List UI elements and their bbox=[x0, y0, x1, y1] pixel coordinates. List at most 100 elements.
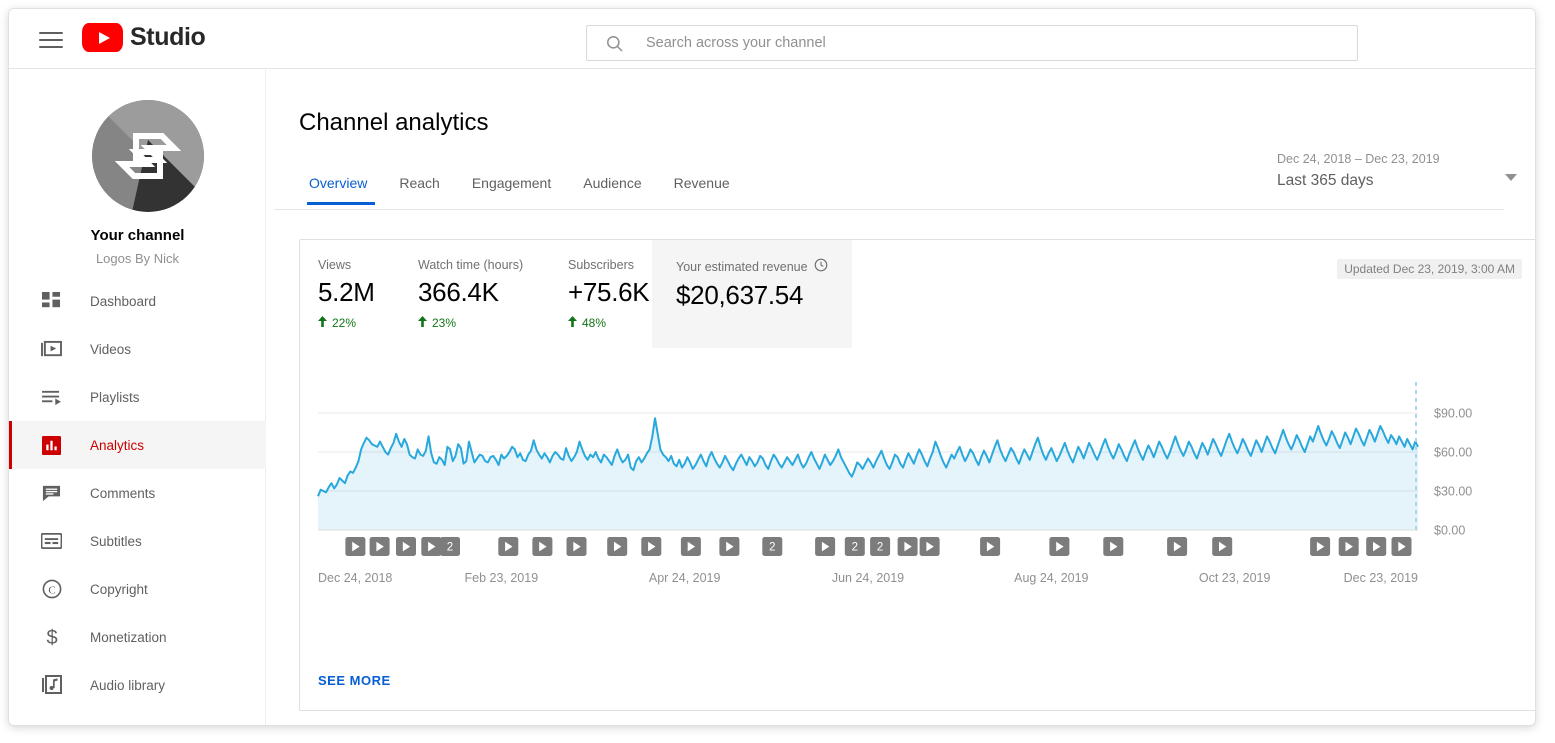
search-placeholder: Search across your channel bbox=[646, 35, 826, 51]
tab-reach[interactable]: Reach bbox=[383, 169, 455, 205]
sidebar-item-label: Monetization bbox=[90, 630, 167, 645]
svg-text:$: $ bbox=[46, 627, 57, 648]
sidebar-item-label: Comments bbox=[90, 486, 155, 501]
x-axis-tick-label: Dec 23, 2019 bbox=[1344, 571, 1418, 585]
tab-label: Revenue bbox=[674, 175, 730, 191]
metric-delta-value: 23% bbox=[432, 316, 456, 330]
video-marker-icon[interactable]: 2 bbox=[762, 537, 782, 556]
sidebar-item-videos[interactable]: Videos bbox=[9, 325, 266, 373]
chevron-down-icon[interactable] bbox=[1505, 174, 1517, 181]
metric-value: $20,637.54 bbox=[676, 280, 852, 311]
tab-label: Reach bbox=[399, 175, 439, 191]
video-marker-icon[interactable] bbox=[681, 537, 701, 556]
date-range-text: Dec 24, 2018 – Dec 23, 2019 bbox=[1277, 152, 1517, 166]
video-marker-icon[interactable] bbox=[345, 537, 365, 556]
video-marker-icon[interactable]: 2 bbox=[440, 537, 460, 556]
video-marker-icon[interactable]: 2 bbox=[845, 537, 865, 556]
x-axis-tick-label: Oct 23, 2019 bbox=[1199, 571, 1271, 585]
metric-watch-time[interactable]: Watch time (hours) 366.4K 23% bbox=[400, 240, 550, 348]
video-marker-icon[interactable] bbox=[396, 537, 416, 556]
studio-brand[interactable]: Studio bbox=[82, 23, 205, 52]
video-marker-icon[interactable] bbox=[1339, 537, 1359, 556]
revenue-chart[interactable]: $0.00$30.00$60.00$90.002222Dec 24, 2018F… bbox=[300, 348, 1536, 648]
dashboard-icon bbox=[39, 289, 64, 314]
youtube-logo-icon bbox=[82, 23, 123, 52]
sidebar-item-copyright[interactable]: C Copyright bbox=[9, 565, 266, 613]
metric-label: Your estimated revenue bbox=[676, 260, 808, 274]
video-marker-icon[interactable] bbox=[1103, 537, 1123, 556]
see-more-link[interactable]: SEE MORE bbox=[318, 673, 391, 688]
metric-label-wrap: Your estimated revenue bbox=[676, 258, 852, 275]
tab-overview[interactable]: Overview bbox=[299, 169, 383, 205]
video-marker-icon[interactable] bbox=[370, 537, 390, 556]
sidebar-item-analytics[interactable]: Analytics bbox=[9, 421, 266, 469]
sidebar: Your channel Logos By Nick Dashboard Vid… bbox=[9, 69, 266, 726]
x-axis-tick-label: Aug 24, 2019 bbox=[1014, 571, 1088, 585]
audio-library-icon bbox=[39, 673, 64, 698]
metric-subscribers[interactable]: Subscribers +75.6K 48% bbox=[550, 240, 652, 348]
copyright-icon: C bbox=[39, 577, 64, 602]
sidebar-item-playlists[interactable]: Playlists bbox=[9, 373, 266, 421]
metric-value: +75.6K bbox=[568, 277, 652, 308]
analytics-icon bbox=[39, 433, 64, 458]
video-marker-icon[interactable] bbox=[920, 537, 940, 556]
arrow-up-icon bbox=[418, 316, 427, 330]
search-input[interactable]: Search across your channel bbox=[586, 25, 1358, 61]
sidebar-item-audio-library[interactable]: Audio library bbox=[9, 661, 266, 709]
metric-delta: 48% bbox=[568, 316, 652, 330]
y-axis-tick-label: $90.00 bbox=[1434, 407, 1472, 421]
channel-name: Logos By Nick bbox=[9, 251, 266, 266]
video-marker-icon[interactable]: 2 bbox=[870, 537, 890, 556]
video-marker-icon[interactable] bbox=[1049, 537, 1069, 556]
hamburger-icon[interactable] bbox=[39, 32, 65, 48]
sidebar-item-label: Dashboard bbox=[90, 294, 156, 309]
top-bar: Studio Search across your channel bbox=[9, 9, 1536, 69]
clock-icon bbox=[814, 258, 828, 275]
metric-value: 366.4K bbox=[418, 277, 550, 308]
studio-window: Studio Search across your channel bbox=[8, 8, 1536, 726]
brand-label: Studio bbox=[130, 23, 205, 52]
sidebar-item-label: Copyright bbox=[90, 582, 148, 597]
video-marker-icon[interactable] bbox=[607, 537, 627, 556]
tab-revenue[interactable]: Revenue bbox=[658, 169, 746, 205]
video-marker-icon[interactable] bbox=[641, 537, 661, 556]
overview-card: Views 5.2M 22% Watch time (hours) 366.4K bbox=[299, 239, 1536, 711]
video-marker-icon[interactable] bbox=[1167, 537, 1187, 556]
arrow-up-icon bbox=[318, 316, 327, 330]
video-marker-icon[interactable] bbox=[1392, 537, 1412, 556]
video-marker-icon[interactable] bbox=[898, 537, 918, 556]
x-axis-tick-label: Dec 24, 2018 bbox=[318, 571, 392, 585]
search-icon bbox=[605, 34, 624, 53]
sidebar-item-label: Audio library bbox=[90, 678, 165, 693]
sidebar-item-monetization[interactable]: $ Monetization bbox=[9, 613, 266, 661]
video-marker-icon[interactable] bbox=[498, 537, 518, 556]
metric-delta: 22% bbox=[318, 316, 400, 330]
sidebar-nav: Dashboard Videos Playlists Analytics bbox=[9, 277, 266, 709]
video-marker-icon[interactable] bbox=[1366, 537, 1386, 556]
sidebar-item-comments[interactable]: Comments bbox=[9, 469, 266, 517]
avatar[interactable] bbox=[92, 100, 204, 212]
videos-icon bbox=[39, 337, 64, 362]
dollar-icon: $ bbox=[39, 625, 64, 650]
tab-label: Audience bbox=[583, 175, 641, 191]
video-marker-icon[interactable] bbox=[567, 537, 587, 556]
sidebar-item-subtitles[interactable]: Subtitles bbox=[9, 517, 266, 565]
video-marker-icon[interactable] bbox=[719, 537, 739, 556]
video-marker-icon[interactable] bbox=[815, 537, 835, 556]
metric-estimated-revenue[interactable]: Your estimated revenue $20,637.54 bbox=[652, 240, 852, 348]
date-range-selector[interactable]: Dec 24, 2018 – Dec 23, 2019 Last 365 day… bbox=[1277, 152, 1517, 190]
tab-label: Engagement bbox=[472, 175, 551, 191]
channel-title: Your channel bbox=[9, 227, 266, 244]
tab-audience[interactable]: Audience bbox=[567, 169, 657, 205]
tab-engagement[interactable]: Engagement bbox=[456, 169, 567, 205]
sidebar-item-label: Videos bbox=[90, 342, 131, 357]
video-marker-icon[interactable] bbox=[1212, 537, 1232, 556]
video-marker-icon[interactable] bbox=[532, 537, 552, 556]
video-marker-icon[interactable] bbox=[1310, 537, 1330, 556]
metric-views[interactable]: Views 5.2M 22% bbox=[300, 240, 400, 348]
sidebar-item-dashboard[interactable]: Dashboard bbox=[9, 277, 266, 325]
video-marker-icon[interactable] bbox=[421, 537, 441, 556]
metric-delta-value: 48% bbox=[582, 316, 606, 330]
video-marker-icon[interactable] bbox=[980, 537, 1000, 556]
tab-label: Overview bbox=[309, 175, 367, 191]
